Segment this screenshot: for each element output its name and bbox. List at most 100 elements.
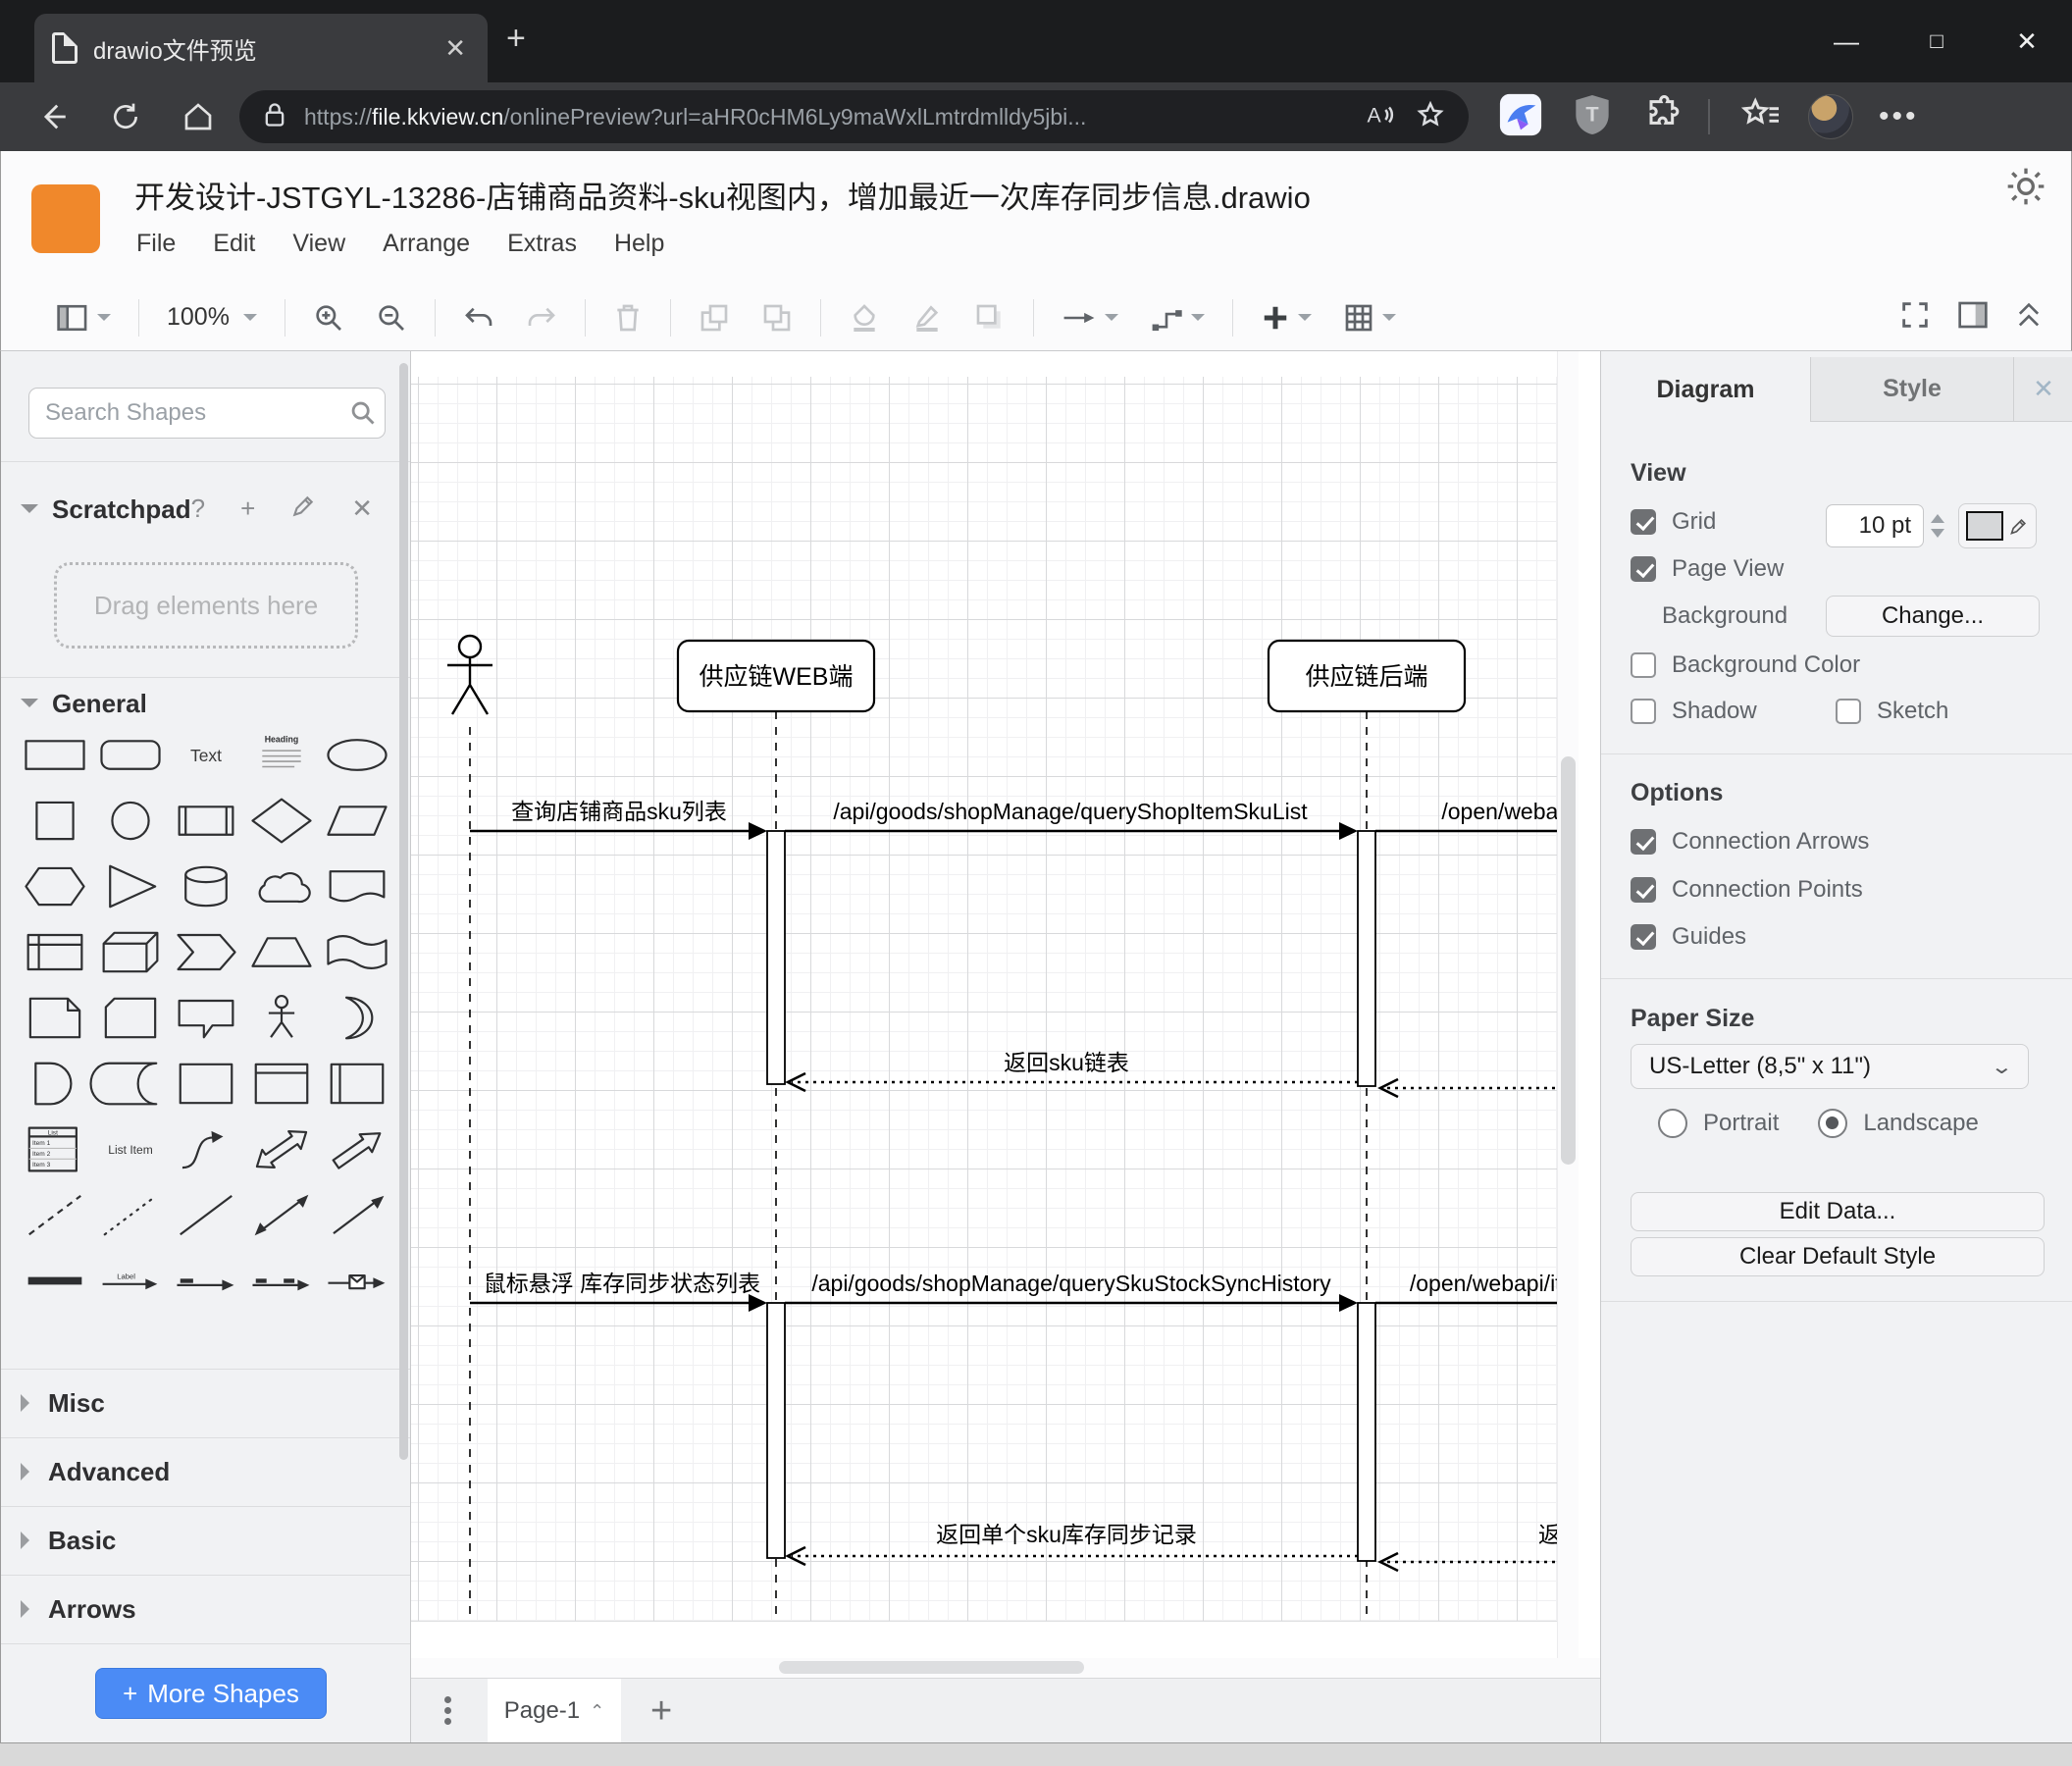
shape-cylinder[interactable] — [168, 857, 243, 915]
collapse-icon[interactable] — [2014, 298, 2044, 337]
shape-data-storage[interactable] — [89, 1055, 168, 1113]
shape-labeled-arrow[interactable]: Label — [92, 1252, 168, 1310]
more-shapes-button[interactable]: + More Shapes — [95, 1668, 327, 1719]
avatar[interactable] — [1808, 94, 1853, 139]
section-general[interactable]: General — [1, 681, 410, 726]
edit-pencil-icon[interactable] — [290, 493, 316, 526]
lifeline-box-web[interactable]: 供应链WEB端 — [676, 639, 876, 713]
puzzle-extensions-icon[interactable] — [1641, 94, 1681, 139]
shape-vertical-container[interactable] — [244, 1055, 320, 1113]
edit-data-button[interactable]: Edit Data... — [1631, 1192, 2045, 1231]
tab-diagram[interactable]: Diagram — [1601, 357, 1811, 422]
section-basic[interactable]: Basic — [1, 1506, 410, 1575]
menu-arrange[interactable]: Arrange — [383, 230, 470, 258]
grid-size-input[interactable] — [1826, 504, 1924, 547]
connection-button[interactable] — [1052, 298, 1128, 338]
page-view-checkbox[interactable] — [1631, 556, 1656, 582]
shape-text[interactable]: Text — [168, 726, 243, 784]
shape-horizontal-container[interactable] — [320, 1055, 395, 1113]
shape-or[interactable] — [320, 989, 395, 1047]
clear-default-style-button[interactable]: Clear Default Style — [1631, 1237, 2045, 1276]
guides-checkbox[interactable] — [1631, 924, 1656, 950]
new-tab-button[interactable]: + — [506, 20, 526, 58]
shape-search[interactable] — [28, 388, 386, 439]
view-panel-button[interactable] — [46, 297, 121, 338]
shape-bidirectional-arrow[interactable] — [244, 1120, 320, 1178]
shape-container[interactable] — [168, 1055, 243, 1113]
grid-checkbox[interactable] — [1631, 509, 1656, 535]
insert-button[interactable] — [1251, 297, 1321, 338]
shape-arrow[interactable] — [320, 1120, 395, 1178]
menu-edit[interactable]: Edit — [213, 230, 255, 258]
shield-t-icon[interactable]: T — [1573, 93, 1612, 141]
menu-extras[interactable]: Extras — [507, 230, 577, 258]
menu-view[interactable]: View — [292, 230, 345, 258]
refresh-icon[interactable] — [106, 101, 145, 132]
page-tab[interactable]: Page-1 ⌃ — [488, 1679, 621, 1743]
scrollbar-thumb[interactable] — [779, 1661, 1084, 1674]
lifeline-box-backend[interactable]: 供应链后端 — [1267, 639, 1467, 713]
undo-button[interactable] — [453, 296, 504, 339]
shape-rounded-rectangle[interactable] — [92, 726, 168, 784]
zoom-level-button[interactable]: 100% — [157, 297, 267, 338]
shape-and[interactable] — [17, 1055, 92, 1113]
grid-size-stepper[interactable] — [1925, 504, 1950, 547]
address-bar[interactable]: https://file.kkview.cn/onlinePreview?url… — [239, 90, 1469, 143]
read-aloud-icon[interactable]: A — [1365, 100, 1394, 134]
shape-actor[interactable] — [244, 989, 320, 1047]
close-icon[interactable]: ✕ — [351, 493, 373, 526]
scrollbar-thumb[interactable] — [1561, 756, 1576, 1165]
paper-size-select[interactable]: US-Letter (8,5" x 11") ⌄ — [1631, 1044, 2029, 1089]
add-icon[interactable]: + — [240, 493, 255, 526]
section-misc[interactable]: Misc — [1, 1369, 410, 1437]
zoom-out-button[interactable] — [366, 296, 417, 339]
tab-close-icon[interactable]: ✕ — [440, 33, 470, 64]
vertical-scrollbar[interactable] — [1557, 351, 1579, 1658]
home-icon[interactable] — [179, 101, 218, 132]
shape-curve[interactable] — [168, 1120, 243, 1178]
shape-internal-storage[interactable] — [17, 923, 92, 981]
waypoints-button[interactable] — [1140, 297, 1215, 338]
format-panel-icon[interactable] — [1957, 300, 1989, 335]
shadow-checkbox[interactable] — [1631, 699, 1656, 724]
shape-rectangle[interactable] — [17, 726, 92, 784]
shape-dashed-line[interactable] — [17, 1186, 92, 1244]
shape-trapezoid[interactable] — [244, 923, 320, 981]
shape-source-target-arrow[interactable] — [168, 1252, 243, 1310]
shape-line[interactable] — [168, 1186, 243, 1244]
shape-step[interactable] — [168, 923, 243, 981]
landscape-radio[interactable] — [1818, 1109, 1848, 1138]
scratchpad-dropzone[interactable]: Drag elements here — [54, 562, 358, 649]
horizontal-scrollbar[interactable] — [411, 1658, 1600, 1678]
shape-diamond[interactable] — [244, 792, 320, 850]
shape-tape[interactable] — [320, 923, 395, 981]
theme-sun-icon[interactable] — [2004, 165, 2047, 213]
menu-help[interactable]: Help — [614, 230, 664, 258]
shape-directional-connector[interactable] — [320, 1186, 395, 1244]
shape-ellipse[interactable] — [320, 726, 395, 784]
shape-list[interactable]: List Item 1 Item 2 Item 3 — [17, 1120, 92, 1178]
close-button[interactable]: ✕ — [1982, 0, 2072, 82]
shape-parallelogram[interactable] — [320, 792, 395, 850]
lock-icon[interactable] — [263, 101, 286, 133]
pages-menu-icon[interactable] — [444, 1692, 454, 1729]
fullscreen-icon[interactable] — [1898, 298, 1932, 337]
zoom-in-button[interactable] — [303, 296, 354, 339]
actor-figure[interactable] — [447, 634, 492, 715]
connection-points-checkbox[interactable] — [1631, 877, 1656, 903]
grid-color-button[interactable] — [1958, 503, 2037, 548]
tab-style[interactable]: Style — [1811, 357, 2013, 422]
extension-bird-icon[interactable] — [1498, 92, 1543, 142]
shape-card[interactable] — [92, 989, 168, 1047]
shape-hexagon[interactable] — [17, 857, 92, 915]
background-change-button[interactable]: Change... — [1826, 596, 2040, 637]
background-color-checkbox[interactable] — [1631, 652, 1656, 678]
table-button[interactable] — [1333, 296, 1406, 339]
shape-cloud[interactable] — [244, 857, 320, 915]
connection-arrows-checkbox[interactable] — [1631, 829, 1656, 855]
bookmark-star-icon[interactable] — [1416, 100, 1445, 134]
section-arrows[interactable]: Arrows — [1, 1575, 410, 1643]
shape-circle[interactable] — [92, 792, 168, 850]
portrait-radio[interactable] — [1658, 1109, 1687, 1138]
drawing-canvas[interactable]: 供应链WEB端 供应链后端 查询店铺商品sku列表 /api/goods/sho… — [411, 351, 1579, 1658]
